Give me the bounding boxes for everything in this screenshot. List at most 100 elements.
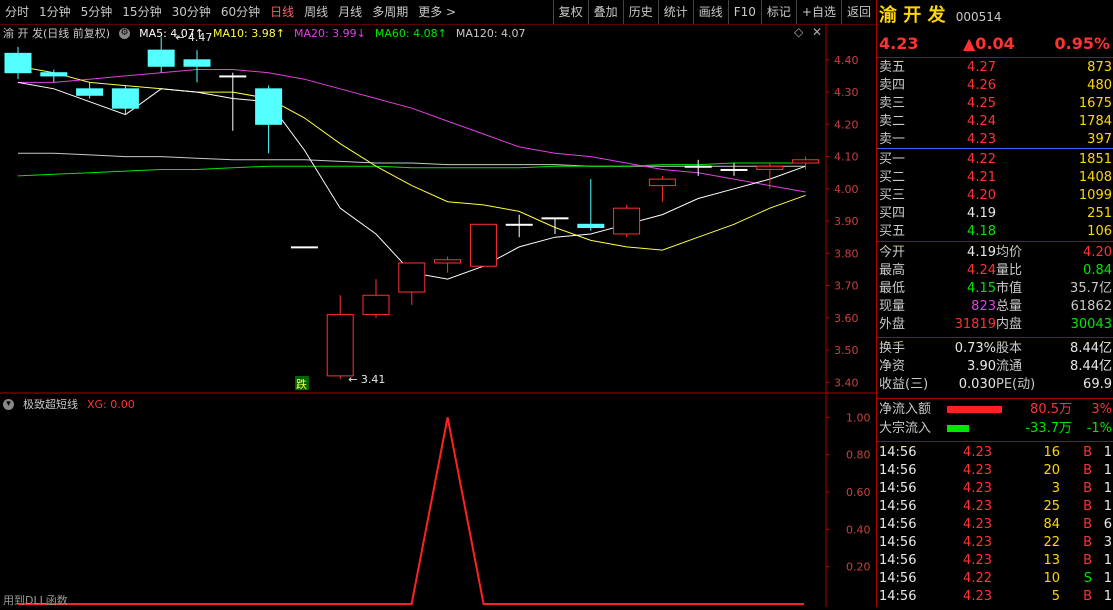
candle[interactable] (613, 204, 641, 238)
tick-row[interactable]: 14:56 4.22 10 S 1 (879, 570, 1112, 588)
level-volume: 1408 (1078, 170, 1112, 185)
period-tab-7[interactable]: 周线 (299, 0, 333, 24)
tool-button-4[interactable]: 画线 (692, 0, 728, 24)
period-tab-1[interactable]: 1分钟 (34, 0, 76, 24)
candle[interactable] (648, 175, 676, 202)
ma120-label: MA120: 4.07 (455, 26, 526, 40)
stat-row: 外盘 31819 内盘 30043 (879, 316, 1112, 334)
candle[interactable] (290, 246, 318, 249)
tool-button-5[interactable]: F10 (727, 0, 761, 24)
tick-volume: 22 (1043, 535, 1060, 550)
settings-icon[interactable]: ⚙ (119, 27, 131, 39)
tool-button-2[interactable]: 历史 (622, 0, 658, 24)
candle[interactable] (255, 85, 283, 154)
y-tick-label: 4.30 (834, 86, 859, 99)
stock-code: 000514 (955, 10, 1002, 24)
candle[interactable] (362, 279, 390, 318)
tick-row[interactable]: 14:56 4.23 84 B 6 (879, 516, 1112, 534)
tick-row[interactable]: 14:56 4.23 22 B 3 (879, 534, 1112, 552)
y-tick-label: 4.40 (834, 54, 859, 67)
y-tick-label: 3.60 (834, 312, 859, 325)
y-tick-label: 3.50 (834, 344, 859, 357)
candle-body (147, 49, 175, 67)
tool-button-1[interactable]: 叠加 (587, 0, 623, 24)
tick-time: 14:56 (879, 553, 917, 568)
candle[interactable] (398, 262, 426, 305)
tick-row[interactable]: 14:56 4.23 25 B 1 (879, 498, 1112, 516)
orderbook-row[interactable]: 卖五 4.27 873 (879, 59, 1112, 77)
tick-price: 4.23 (963, 535, 992, 550)
orderbook-row[interactable]: 卖一 4.23 397 (879, 131, 1112, 149)
candle[interactable] (720, 163, 748, 176)
diamond-icon[interactable]: ◇ (794, 25, 803, 39)
candle[interactable] (434, 256, 462, 273)
tick-row[interactable]: 14:56 4.23 5 B 1 (879, 588, 1112, 606)
indicator-svg[interactable]: 1.00 0.80 0.60 0.40 0.20 (0, 394, 876, 607)
candle[interactable] (541, 217, 569, 234)
period-tab-8[interactable]: 月线 (333, 0, 367, 24)
candle-body (505, 223, 533, 226)
candle[interactable] (326, 295, 354, 380)
orderbook-row[interactable]: 卖三 4.25 1675 (879, 95, 1112, 113)
candle[interactable] (469, 223, 497, 267)
candle[interactable] (147, 37, 175, 73)
orderbook-row[interactable]: 买一 4.22 1851 (879, 151, 1112, 169)
level-price: 4.19 (967, 206, 996, 221)
candle[interactable] (684, 159, 712, 176)
level-price: 4.25 (967, 96, 996, 111)
tool-button-6[interactable]: 标记 (760, 0, 796, 24)
ma10-label: MA10: 3.98↑ (213, 26, 285, 40)
period-tab-3[interactable]: 15分钟 (117, 0, 166, 24)
orderbook-row[interactable]: 买五 4.18 106 (879, 223, 1112, 241)
tool-button-8[interactable]: 返回 (840, 0, 876, 24)
tool-button-3[interactable]: 统计 (657, 0, 693, 24)
candle[interactable] (792, 156, 820, 170)
orderbook-row[interactable]: 买二 4.21 1408 (879, 169, 1112, 187)
period-tab-9[interactable]: 多周期 (367, 0, 413, 24)
stat-value: 4.19 (967, 245, 996, 260)
tick-price: 4.23 (963, 445, 992, 460)
tick-count: 3 (1103, 535, 1112, 550)
y-tick-label: 4.10 (834, 151, 859, 164)
candle[interactable] (505, 214, 533, 238)
tick-row[interactable]: 14:56 4.23 20 B 1 (879, 462, 1112, 480)
fundamental-row: 换手 0.73% 股本 8.44亿 (879, 340, 1112, 358)
tick-side: B (1083, 535, 1092, 550)
flow-value: 80.5万 (1030, 402, 1072, 417)
stat-row: 最低 4.15 市值 35.7亿 (879, 280, 1112, 298)
period-tab-5[interactable]: 60分钟 (216, 0, 265, 24)
orderbook-row[interactable]: 买三 4.20 1099 (879, 187, 1112, 205)
tick-side: B (1083, 463, 1092, 478)
candle[interactable] (219, 72, 247, 131)
candle[interactable] (577, 179, 605, 231)
ma20-line (18, 69, 806, 193)
y-tick-label: 3.90 (834, 215, 859, 228)
candle[interactable] (183, 50, 211, 83)
tick-price: 4.23 (963, 463, 992, 478)
period-tab-4[interactable]: 30分钟 (167, 0, 216, 24)
tick-row[interactable]: 14:56 4.23 13 B 1 (879, 552, 1112, 570)
tool-button-0[interactable]: 复权 (552, 0, 588, 24)
tool-button-7[interactable]: +自选 (795, 0, 841, 24)
fund-value: 8.44亿 (1070, 359, 1112, 374)
orderbook-row[interactable]: 卖二 4.24 1784 (879, 113, 1112, 131)
period-tab-6[interactable]: 日线 (265, 0, 299, 24)
tick-row[interactable]: 14:56 4.23 3 B 1 (879, 480, 1112, 498)
close-icon[interactable]: ✕ (812, 25, 822, 39)
period-tab-10[interactable]: 更多 > (413, 0, 461, 24)
kline-svg[interactable]: 4.40 4.30 4.20 4.10 4.00 3.90 3.80 3.70 3.60 3.50… (0, 24, 876, 394)
tick-row[interactable]: 14:56 4.23 16 B 1 (879, 444, 1112, 462)
sub-y-tick-label: 1.00 (846, 411, 871, 424)
main-kline-chart[interactable]: 4.40 4.30 4.20 4.10 4.00 3.90 3.80 3.70 3.60 3.50… (0, 24, 876, 394)
indicator-menu-icon[interactable]: ▾ (3, 398, 14, 410)
tick-side: B (1083, 589, 1092, 604)
orderbook-row[interactable]: 卖四 4.26 480 (879, 77, 1112, 95)
period-tab-2[interactable]: 5分钟 (76, 0, 118, 24)
candle[interactable] (76, 82, 104, 99)
orderbook-row[interactable]: 买四 4.19 251 (879, 205, 1112, 223)
indicator-chart[interactable]: 1.00 0.80 0.60 0.40 0.20 ▾ 极致超短线 XG: 0.00 用到… (0, 394, 876, 607)
candle[interactable] (4, 46, 32, 80)
dll-footer: 用到DLL函数 (3, 594, 68, 607)
candle[interactable] (111, 85, 139, 115)
period-tab-0[interactable]: 分时 (0, 0, 34, 24)
